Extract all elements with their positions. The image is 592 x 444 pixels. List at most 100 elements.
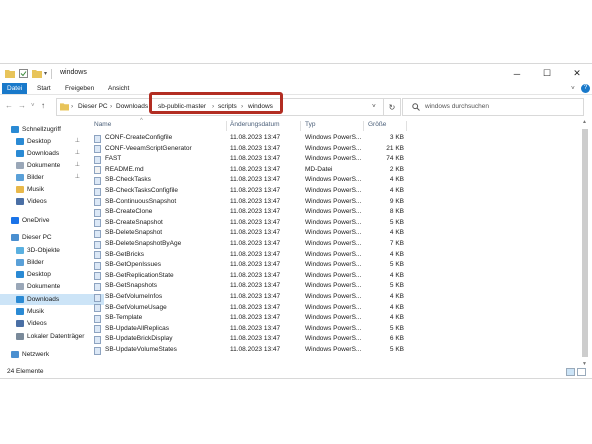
address-dropdown-icon[interactable]: ˅ xyxy=(372,103,376,110)
nav-item-desktop[interactable]: Desktop xyxy=(16,269,88,280)
file-row[interactable]: SB-ContinuousSnapshot 11.08.2023 13:47 Win… xyxy=(90,197,404,208)
column-header-size[interactable]: Größe xyxy=(368,119,386,131)
file-type: Windows PowerS... xyxy=(305,134,362,141)
forward-button[interactable]: → xyxy=(18,101,26,110)
nav-item-downloads[interactable]: Downloads xyxy=(0,294,104,305)
scroll-up-icon[interactable]: ▲ xyxy=(582,119,587,125)
file-row[interactable]: SB-GetVolumeInfos 11.08.2023 13:47 Windows… xyxy=(90,292,404,303)
nav-item-bilder[interactable]: Bilder xyxy=(16,257,88,268)
file-type: Windows PowerS... xyxy=(305,250,362,258)
nav-item-desktop[interactable]: Desktop ⊥ xyxy=(16,136,88,147)
vertical-scrollbar[interactable]: ▲ ▼ xyxy=(580,119,590,369)
nav-item-bilder[interactable]: Bilder ⊥ xyxy=(16,172,88,183)
file-row[interactable]: SB-DeleteSnapshotByAge 11.08.2023 13:47 Wi… xyxy=(90,239,404,250)
nav-item-videos[interactable]: Videos xyxy=(16,196,88,207)
file-row[interactable]: SB-DeleteSnapshot 11.08.2023 13:47 Windows… xyxy=(90,228,404,239)
file-row[interactable]: SB-GetOpenIssues 11.08.2023 13:47 Windows … xyxy=(90,260,404,271)
nav-item-dokumente[interactable]: Dokumente ⊥ xyxy=(16,160,88,171)
documents-icon xyxy=(16,282,24,290)
file-row[interactable]: SB-UpdateAllReplicas 11.08.2023 13:47 Wind… xyxy=(90,324,404,335)
tab-start[interactable]: Start xyxy=(37,83,51,94)
onedrive-icon xyxy=(11,216,19,224)
customize-quick-access-icon[interactable]: ▾ xyxy=(44,70,47,77)
column-header-date[interactable]: Änderungsdatum xyxy=(230,119,280,131)
file-list: Name ^ Änderungsdatum Typ Größe CONF-Cre… xyxy=(90,118,580,369)
file-row[interactable]: SB-CheckTasksConfigfile 11.08.2023 13:47 W… xyxy=(90,186,404,197)
back-button[interactable]: ← xyxy=(5,101,13,110)
file-row[interactable]: FAST 11.08.2023 13:47 Windows PowerS... 74 … xyxy=(90,154,404,165)
details-view-button[interactable] xyxy=(566,368,575,376)
close-button[interactable]: ✕ xyxy=(562,64,592,83)
column-divider[interactable] xyxy=(300,121,301,131)
file-row[interactable]: CONF-CreateConfigfile 11.08.2023 13:47 Win… xyxy=(90,133,404,144)
file-row[interactable]: SB-GetSnapshots 11.08.2023 13:47 Windows P… xyxy=(90,281,404,292)
nav-item-lokaler-datenträger[interactable]: Lokaler Datenträger xyxy=(16,331,88,342)
file-row[interactable]: SB-GetReplicationState 11.08.2023 13:47 Wi… xyxy=(90,271,404,282)
file-type: Windows PowerS... xyxy=(305,197,362,205)
powershell-file-icon xyxy=(94,229,101,238)
file-row[interactable]: SB-GetVolumeUsage 11.08.2023 13:47 Windows… xyxy=(90,303,404,314)
column-header-type[interactable]: Typ xyxy=(305,119,315,131)
file-name: SB-CheckTasksConfigfile xyxy=(105,187,178,194)
tab-datei[interactable]: Datei xyxy=(2,83,28,94)
file-row[interactable]: README.md 11.08.2023 13:47 MD-Datei 2 KB xyxy=(90,165,404,176)
column-divider[interactable] xyxy=(406,121,407,131)
new-folder-icon[interactable] xyxy=(32,69,42,78)
file-row[interactable]: SB-CreateClone 11.08.2023 13:47 Windows Po… xyxy=(90,207,404,218)
file-date: 11.08.2023 13:47 xyxy=(230,165,281,173)
file-row[interactable]: SB-UpdateBrickDisplay 11.08.2023 13:47 Win… xyxy=(90,334,404,345)
file-row[interactable]: SB-GetBricks 11.08.2023 13:47 Windows Powe… xyxy=(90,250,404,261)
file-row[interactable]: SB-CheckTasks 11.08.2023 13:47 Windows Pow… xyxy=(90,175,404,186)
maximize-button[interactable]: ☐ xyxy=(532,64,562,83)
properties-icon[interactable] xyxy=(19,69,28,78)
text-file-icon xyxy=(94,166,101,175)
file-size: 9 KB xyxy=(389,197,404,205)
nav-item-videos[interactable]: Videos xyxy=(16,318,88,329)
file-size: 4 KB xyxy=(389,293,404,300)
folder-icon xyxy=(5,70,15,78)
nav-item-musik[interactable]: Musik xyxy=(16,306,88,317)
powershell-file-icon xyxy=(94,261,101,270)
file-explorer-window: ▾ windows ─ ☐ ✕ Datei Start Freigeben An… xyxy=(0,63,592,379)
file-row[interactable]: SB-Template 11.08.2023 13:47 Windows Power… xyxy=(90,313,404,324)
tab-ansicht[interactable]: Ansicht xyxy=(108,83,129,94)
scrollbar-thumb[interactable] xyxy=(582,129,588,357)
column-header-name[interactable]: Name xyxy=(94,119,111,131)
powershell-file-icon xyxy=(94,293,101,302)
nav-item-3d-objekte[interactable]: 3D-Objekte xyxy=(16,245,88,256)
powershell-file-icon xyxy=(94,272,101,281)
status-bar: 24 Elemente xyxy=(0,366,592,377)
desktop-icon xyxy=(16,137,24,145)
file-type: Windows PowerS... xyxy=(305,144,362,152)
large-icons-view-button[interactable] xyxy=(577,368,586,376)
search-input[interactable]: windows durchsuchen xyxy=(402,98,584,116)
file-type: Windows PowerS... xyxy=(305,155,362,163)
help-icon[interactable]: ? xyxy=(581,84,590,93)
breadcrumb-downloads[interactable]: Downloads xyxy=(116,103,148,110)
nav-item-dokumente[interactable]: Dokumente xyxy=(16,281,88,292)
up-button[interactable]: ↑ xyxy=(41,101,45,110)
file-row[interactable]: SB-UpdateVolumeStates 11.08.2023 13:47 Win… xyxy=(90,345,404,356)
file-row[interactable]: CONF-VeeamScriptGenerator 11.08.2023 13:4… xyxy=(90,144,404,155)
nav-item-netzwerk[interactable]: Netzwerk xyxy=(11,349,88,360)
ribbon-expand-icon[interactable]: ˅ xyxy=(571,83,575,94)
nav-item-downloads[interactable]: Downloads ⊥ xyxy=(16,148,88,159)
minimize-button[interactable]: ─ xyxy=(502,64,532,83)
pin-icon: ⊥ xyxy=(74,150,80,156)
column-divider[interactable] xyxy=(363,121,364,131)
breadcrumb-dieser-pc[interactable]: Dieser PC xyxy=(78,103,108,110)
file-row[interactable]: SB-CreateSnapshot 11.08.2023 13:47 Windows… xyxy=(90,218,404,229)
file-name: SB-CheckTasks xyxy=(105,176,151,184)
recent-locations-icon[interactable]: ˅ xyxy=(31,103,35,109)
nav-item-dieser-pc[interactable]: Dieser PC xyxy=(11,232,88,243)
music-icon xyxy=(16,185,24,193)
nav-item-onedrive[interactable]: OneDrive xyxy=(11,215,88,226)
nav-item-musik[interactable]: Musik xyxy=(16,184,88,195)
refresh-button[interactable]: ↻ xyxy=(383,98,401,116)
nav-item-schnellzugriff[interactable]: Schnellzugriff xyxy=(11,124,88,135)
navigation-pane: Schnellzugriff Desktop ⊥ Downloads ⊥ Dokument… xyxy=(0,124,104,366)
file-size: 21 KB xyxy=(386,144,404,152)
desktop-icon xyxy=(16,270,24,278)
column-divider[interactable] xyxy=(226,121,227,131)
tab-freigeben[interactable]: Freigeben xyxy=(65,83,94,94)
